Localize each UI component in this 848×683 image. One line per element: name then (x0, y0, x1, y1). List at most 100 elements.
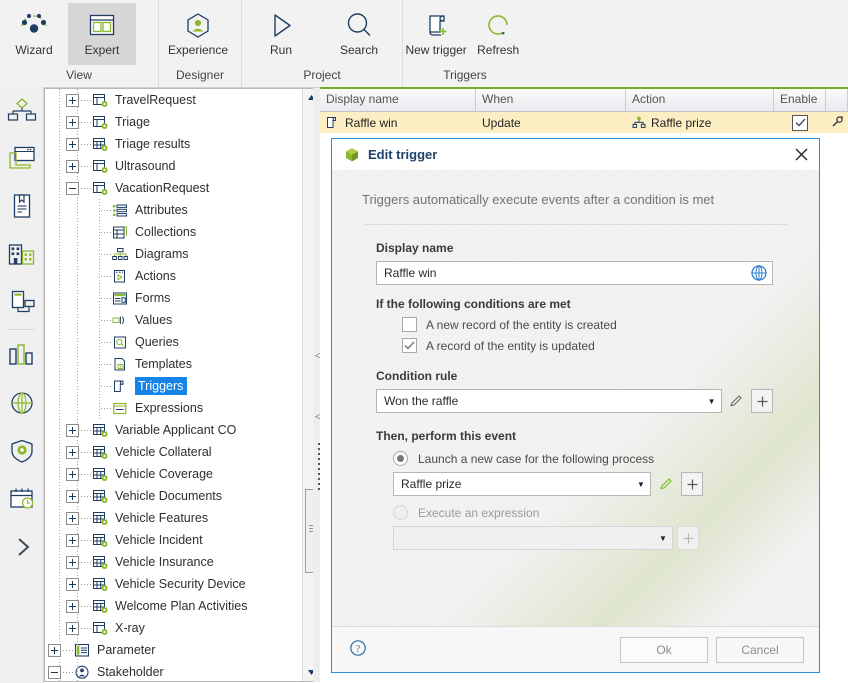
tree-node-vehicle-insurance[interactable]: Vehicle Insurance (45, 551, 303, 573)
tree-node-vehicle-collateral[interactable]: Vehicle Collateral (45, 441, 303, 463)
cell-enable[interactable] (774, 112, 826, 133)
tree-expander[interactable] (66, 533, 79, 547)
rail-item-organization[interactable] (0, 87, 43, 135)
tree-expander[interactable] (48, 643, 61, 657)
tree-node-vehicle-incident[interactable]: Vehicle Incident (45, 529, 303, 551)
ribbon-button-expert[interactable]: Expert (68, 3, 136, 65)
tree-node-variable-applicant-co[interactable]: Variable Applicant CO (45, 419, 303, 441)
tree-expander[interactable] (66, 137, 79, 151)
option-launch-case-row[interactable]: Launch a new case for the following proc… (393, 451, 773, 466)
rail-item-globe[interactable] (0, 380, 43, 428)
tree-guide (81, 473, 92, 475)
process-add-button[interactable] (681, 472, 703, 496)
tree-node-travelrequest[interactable]: TravelRequest (45, 89, 303, 111)
enable-checkbox[interactable] (792, 114, 808, 131)
rail-item-expand[interactable] (0, 524, 43, 572)
rail-item-charts[interactable] (0, 332, 43, 380)
globe-translate-icon[interactable] (746, 262, 772, 284)
tree-node-actions[interactable]: Actions (45, 265, 303, 287)
rail-item-calendar-clock[interactable] (0, 476, 43, 524)
tree-expander[interactable] (66, 489, 79, 503)
expression-add-button[interactable] (677, 526, 699, 550)
tree-expander[interactable] (66, 511, 79, 525)
tree-node-ultrasound[interactable]: Ultrasound (45, 155, 303, 177)
tree-expander[interactable] (66, 599, 79, 613)
tree-node-vehicle-security-device[interactable]: Vehicle Security Device (45, 573, 303, 595)
column-header-when[interactable]: When (476, 89, 626, 111)
entity-group-icon (92, 532, 110, 548)
tree-node-templates[interactable]: Templates (45, 353, 303, 375)
display-name-input[interactable]: Raffle win (376, 261, 773, 285)
condition-rule-edit-button[interactable] (726, 389, 748, 413)
tree-node-label: Expressions (135, 401, 204, 415)
process-edit-button[interactable] (655, 472, 677, 496)
tree-node-triage[interactable]: Triage (45, 111, 303, 133)
rail-item-devices[interactable] (0, 279, 43, 327)
chevron-down-icon[interactable]: ▼ (703, 397, 721, 406)
entity-tree[interactable]: TravelRequest Triage Triage results Ultraso… (45, 89, 303, 681)
column-header-action[interactable]: Action (626, 89, 774, 111)
tree-node-diagrams[interactable]: Diagrams (45, 243, 303, 265)
option-expression-row[interactable]: Execute an expression (393, 505, 773, 520)
tree-node-welcome-plan-activities[interactable]: Welcome Plan Activities (45, 595, 303, 617)
chevron-down-icon[interactable]: ▼ (632, 480, 650, 489)
column-header-display-name[interactable]: Display name (320, 89, 476, 111)
condition-rule-add-button[interactable] (751, 389, 773, 413)
condition-rule-value: Won the raffle (384, 394, 459, 408)
tree-node-queries[interactable]: Queries (45, 331, 303, 353)
tree-node-stakeholder[interactable]: Stakeholder (45, 661, 303, 681)
tree-expander[interactable] (66, 115, 79, 129)
option-expression-radio[interactable] (393, 505, 408, 520)
chevron-down-icon[interactable]: ▼ (654, 534, 672, 543)
cell-settings[interactable] (826, 112, 848, 133)
option-launch-case-radio[interactable] (393, 451, 408, 466)
tree-expander[interactable] (66, 445, 79, 459)
tree-node-parameter[interactable]: Parameter (45, 639, 303, 661)
tree-node-triggers[interactable]: Triggers (45, 375, 303, 397)
condition-updated-checkbox[interactable] (402, 338, 417, 353)
expression-select[interactable]: ▼ (393, 526, 673, 550)
rail-item-buildings[interactable] (0, 231, 43, 279)
process-select[interactable]: Raffle prize ▼ (393, 472, 651, 496)
tree-expander[interactable] (66, 159, 79, 173)
ribbon-button-new-trigger[interactable]: New trigger (403, 3, 469, 65)
column-header-enable[interactable]: Enable (774, 89, 826, 111)
condition-rule-select[interactable]: Won the raffle ▼ (376, 389, 722, 413)
tree-collapser[interactable] (48, 665, 61, 679)
rail-item-document[interactable] (0, 183, 43, 231)
tree-node-attributes[interactable]: Attributes (45, 199, 303, 221)
tree-node-expressions[interactable]: Expressions (45, 397, 303, 419)
close-icon[interactable] (789, 143, 813, 165)
tree-node-vacationrequest[interactable]: VacationRequest (45, 177, 303, 199)
tree-expander[interactable] (66, 423, 79, 437)
tree-node-vehicle-features[interactable]: Vehicle Features (45, 507, 303, 529)
rail-item-window-application[interactable] (0, 135, 43, 183)
gear-icon[interactable] (830, 115, 844, 131)
tree-node-triage-results[interactable]: Triage results (45, 133, 303, 155)
tree-expander[interactable] (66, 93, 79, 107)
tree-collapser[interactable] (66, 181, 79, 195)
tree-node-vehicle-coverage[interactable]: Vehicle Coverage (45, 463, 303, 485)
ribbon-button-wizard[interactable]: Wizard (0, 3, 68, 65)
tree-expander[interactable] (66, 467, 79, 481)
tree-node-forms[interactable]: Forms (45, 287, 303, 309)
ribbon-button-search[interactable]: Search (320, 3, 398, 65)
rail-item-shield-settings[interactable] (0, 428, 43, 476)
help-icon[interactable]: ? (349, 639, 367, 660)
tree-node-collections[interactable]: Collections (45, 221, 303, 243)
ribbon-button-run[interactable]: Run (242, 3, 320, 65)
condition-created-checkbox[interactable] (402, 317, 417, 332)
tree-node-values[interactable]: Values (45, 309, 303, 331)
cancel-button[interactable]: Cancel (716, 636, 804, 663)
ok-button[interactable]: Ok (620, 636, 708, 663)
tree-node-x-ray[interactable]: X-ray (45, 617, 303, 639)
condition-updated-row[interactable]: A record of the entity is updated (402, 338, 773, 353)
tree-expander[interactable] (66, 577, 79, 591)
ribbon-button-refresh[interactable]: Refresh (469, 3, 527, 65)
ribbon-button-experience[interactable]: Experience (159, 3, 237, 65)
condition-created-row[interactable]: A new record of the entity is created (402, 317, 773, 332)
tree-node-vehicle-documents[interactable]: Vehicle Documents (45, 485, 303, 507)
tree-expander[interactable] (66, 555, 79, 569)
tree-expander[interactable] (66, 621, 79, 635)
table-row[interactable]: Raffle win Update Raffle prize (320, 112, 848, 133)
